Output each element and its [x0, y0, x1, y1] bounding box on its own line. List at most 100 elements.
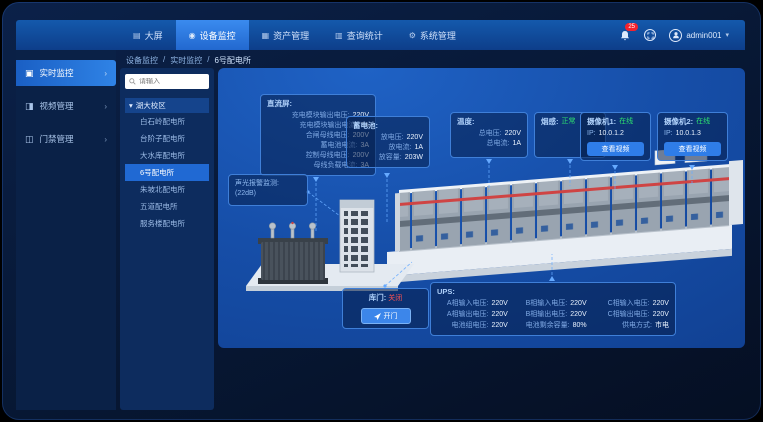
username: admin001	[686, 31, 721, 40]
metric-label: 蓄电池电流:	[267, 141, 357, 151]
device-icon: ◉	[189, 31, 196, 40]
bell-icon	[619, 30, 631, 42]
info-row: 电池剩余容量:80%	[516, 321, 587, 331]
metric-value: 1A	[414, 143, 423, 153]
metric-label: 母线负载电流:	[267, 161, 357, 171]
tab-query-statistics[interactable]: ▥ 查询统计	[322, 20, 396, 50]
chevron-right-icon: ›	[104, 135, 107, 144]
breadcrumb-item[interactable]: 设备监控	[126, 55, 158, 66]
camera2-info: 摄像机2:在线 IP:10.0.1.3 查看视频	[657, 112, 728, 161]
panel-title: 蓄电池:	[353, 121, 423, 131]
info-row: 电池组电压:220V	[437, 321, 508, 331]
metric-label: 总电流:	[457, 139, 509, 149]
metric-value: 220V	[491, 321, 507, 331]
info-row: 放电流:1A	[353, 143, 423, 153]
metric-value: 80%	[573, 321, 587, 331]
metric-value: 220V	[570, 310, 586, 320]
tree-item-substation-selected[interactable]: 6号配电所	[125, 164, 209, 181]
tab-label: 大屏	[145, 29, 163, 42]
info-row: 放容量:203W	[353, 153, 423, 163]
battery-cabinet	[340, 200, 374, 272]
tree-item-substation[interactable]: 朱坡北配电所	[125, 181, 209, 198]
user-menu[interactable]: admin001 ▾	[669, 29, 729, 42]
ip-value: 10.0.1.3	[676, 129, 701, 139]
metric-value: 220V	[653, 299, 669, 309]
tab-asset-management[interactable]: ▦ 资产管理	[249, 20, 323, 50]
ups-metrics-grid: A相输入电压:220V B相输入电压:220V C相输入电压:220V A相输出…	[437, 299, 669, 331]
view-video-button[interactable]: 查看视频	[587, 142, 644, 156]
substation-overview-panel: 直流屏: 充电模块输出电压:220V 充电模块输出电流:3A 合闸母线电压:20…	[218, 68, 745, 348]
breadcrumb-separator: /	[163, 55, 165, 66]
sidebar-item-access-control[interactable]: ◫ 门禁管理 ›	[16, 126, 116, 152]
tab-dashboard[interactable]: ▤ 大屏	[120, 20, 176, 50]
tree-item-substation[interactable]: 台阶子配电所	[125, 130, 209, 147]
tree-caret-icon: ▾	[129, 101, 133, 110]
sidebar-item-label: 实时监控	[40, 67, 74, 79]
metric-value: 220V	[491, 310, 507, 320]
connector-lines	[308, 160, 692, 286]
fullscreen-icon[interactable]	[644, 29, 656, 41]
logo-area	[16, 20, 120, 50]
metric-label: 电池组电压:	[437, 321, 488, 331]
sidebar-item-video-management[interactable]: ◨ 视频管理 ›	[16, 93, 116, 119]
ip-label: IP:	[664, 129, 673, 139]
metric-label: 放电压:	[353, 133, 404, 143]
breadcrumb-item[interactable]: 实时监控	[170, 55, 202, 66]
metric-value: 220V	[407, 133, 423, 143]
tree-item-substation[interactable]: 五道配电所	[125, 198, 209, 215]
mains-panel-info: 温度: 总电压:220V 总电流:1A	[450, 112, 528, 158]
search-input[interactable]	[139, 78, 205, 85]
left-sidebar: ▣ 实时监控 › ◨ 视频管理 › ◫ 门禁管理 ›	[16, 50, 116, 410]
tab-label: 查询统计	[347, 29, 383, 42]
tab-system-management[interactable]: ⚙ 系统管理	[396, 20, 469, 50]
open-door-label: 开门	[384, 311, 398, 321]
info-row: IP:10.0.1.3	[664, 129, 721, 139]
status-badge: 在线	[619, 117, 633, 129]
sound-alarm-value: (22dB)	[235, 189, 301, 199]
panel-title: 摄像机1:	[587, 117, 616, 127]
tree-group-label: 湖大校区	[136, 100, 166, 111]
view-video-button[interactable]: 查看视频	[664, 142, 721, 156]
info-row: B相输出电压:220V	[516, 310, 587, 320]
tree-item-substation[interactable]: 大水库配电所	[125, 147, 209, 164]
tree-search[interactable]	[125, 74, 209, 89]
info-row: C相输出电压:220V	[595, 310, 669, 320]
info-row: IP:10.0.1.2	[587, 129, 644, 139]
connector-arrows	[306, 159, 695, 288]
sidebar-item-realtime-monitoring[interactable]: ▣ 实时监控 ›	[16, 60, 116, 86]
nav-right-tools: 25 admin001 ▾	[619, 20, 745, 50]
nav-tabs: ▤ 大屏 ◉ 设备监控 ▦ 资产管理 ▥ 查询统计 ⚙ 系统管理	[120, 20, 469, 50]
metric-label: 总电压:	[457, 129, 502, 139]
unlock-icon	[374, 313, 381, 320]
equipment-pad	[246, 264, 414, 286]
screen-icon: ▤	[133, 31, 141, 40]
metric-label: B相输出电压:	[516, 310, 567, 320]
metric-value: 市电	[655, 321, 669, 331]
ups-panel-info: UPS: A相输入电压:220V B相输入电压:220V C相输入电压:220V…	[430, 282, 676, 336]
info-row: 供电方式:市电	[595, 321, 669, 331]
tree-item-substation[interactable]: 白石岭配电所	[125, 113, 209, 130]
notification-bell-icon[interactable]: 25	[619, 29, 631, 41]
substation-tree-panel: ▾ 湖大校区 白石岭配电所 台阶子配电所 大水库配电所 6号配电所 朱坡北配电所…	[120, 68, 214, 410]
tree-item-substation[interactable]: 服务楼配电所	[125, 215, 209, 232]
switchgear-room	[387, 142, 743, 283]
metric-value: 220V	[505, 129, 521, 139]
panel-title: 直流屏:	[267, 99, 369, 109]
panel-title: 烟感:	[541, 117, 559, 127]
metric-value: 220V	[653, 310, 669, 320]
monitor-icon: ▣	[25, 68, 34, 79]
notification-badge: 25	[625, 23, 638, 31]
metric-label: A相输入电压:	[437, 299, 488, 309]
battery-panel-info: 蓄电池: 放电压:220V 放电流:1A 放容量:203W	[346, 116, 430, 168]
panel-title: UPS:	[437, 287, 669, 297]
tab-device-monitoring[interactable]: ◉ 设备监控	[176, 20, 249, 50]
tree-group-header[interactable]: ▾ 湖大校区	[125, 98, 209, 113]
tab-label: 资产管理	[273, 29, 309, 42]
metric-value: 220V	[491, 299, 507, 309]
door-status: 关闭	[388, 295, 402, 302]
open-door-button[interactable]: 开门	[361, 308, 411, 324]
tab-label: 设备监控	[200, 29, 236, 42]
info-row: A相输出电压:220V	[437, 310, 508, 320]
sidebar-item-label: 视频管理	[40, 100, 74, 112]
metric-label: 合闸母线电压:	[267, 131, 350, 141]
